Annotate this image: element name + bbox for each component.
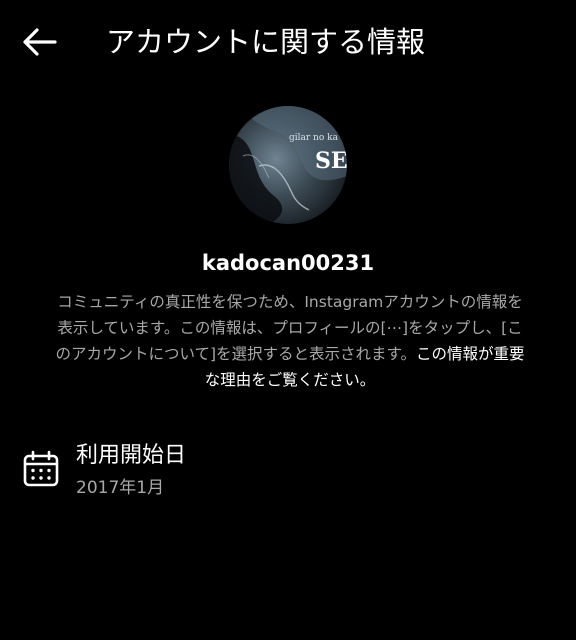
page-title: アカウントに関する情報	[106, 25, 426, 59]
account-info-description: コミュニティの真正性を保つため、Instagramアカウントの情報を表示していま…	[52, 289, 528, 393]
arrow-left-icon	[23, 28, 57, 56]
svg-text:gilar no ka: gilar no ka	[289, 133, 339, 143]
back-button[interactable]	[18, 22, 62, 62]
svg-text:SE: SE	[315, 148, 347, 174]
date-joined-row: 利用開始日 2017年1月	[0, 434, 576, 514]
header: アカウントに関する情報	[0, 0, 576, 84]
avatar: gilar no ka SE	[229, 106, 347, 224]
date-joined-value: 2017年1月	[76, 478, 165, 498]
date-joined-label: 利用開始日	[76, 443, 187, 468]
username: kadocan00231	[201, 251, 375, 275]
calendar-icon	[23, 450, 59, 487]
